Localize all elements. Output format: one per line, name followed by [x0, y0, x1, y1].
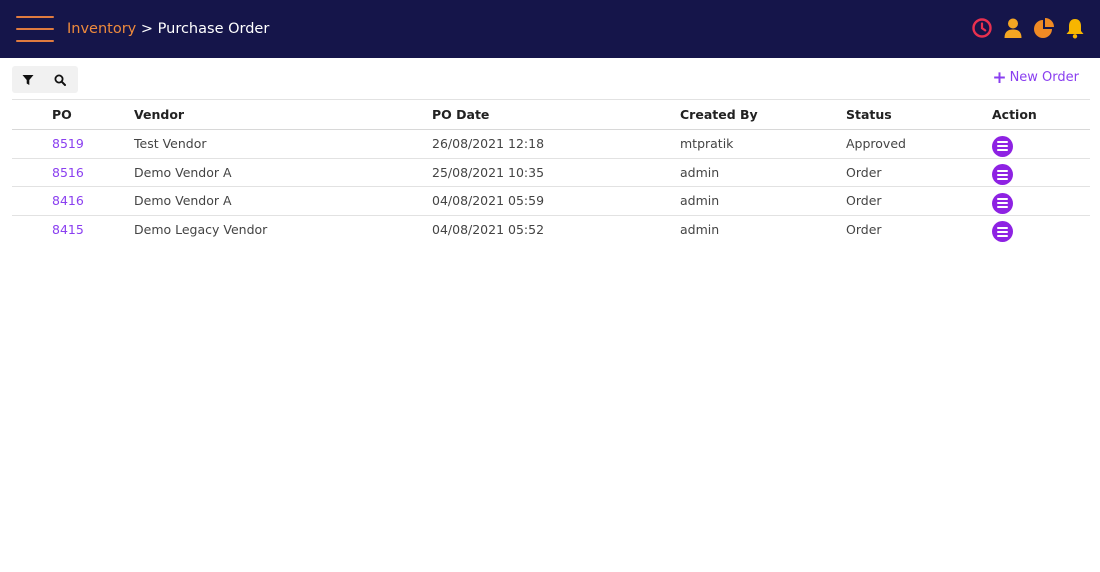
row-actions-button[interactable] [992, 192, 1013, 214]
list-icon [997, 169, 1008, 181]
clock-icon[interactable] [971, 17, 993, 39]
menu-icon-line [16, 28, 54, 30]
top-navigation-bar: Inventory > Purchase Order [0, 0, 1100, 58]
new-order-button[interactable]: + New Order [992, 68, 1079, 88]
column-header-po[interactable]: PO [12, 99, 134, 130]
breadcrumb-inventory-link[interactable]: Inventory [67, 21, 136, 37]
po-date-cell: 04/08/2021 05:52 [432, 222, 545, 237]
po-date-cell: 04/08/2021 05:59 [432, 186, 680, 216]
filter-search-toolbar [12, 66, 78, 93]
table-row: 8519 Test Vendor 26/08/2021 12:18 mtprat… [12, 129, 1090, 159]
table-row: 8516 Demo Vendor A 25/08/2021 10:35 admi… [12, 158, 1090, 187]
breadcrumb-separator: > [136, 21, 158, 37]
created-by-cell: admin [680, 222, 720, 237]
column-header-status[interactable]: Status [846, 99, 992, 130]
list-icon [997, 197, 1008, 209]
po-date-cell: 25/08/2021 10:35 [432, 158, 680, 187]
status-cell: Approved [846, 129, 992, 159]
table-row: 8416 Demo Vendor A 04/08/2021 05:59 admi… [12, 186, 1090, 216]
column-header-po-date[interactable]: PO Date [432, 99, 680, 130]
po-number-link[interactable]: 8415 [52, 222, 84, 237]
search-icon[interactable] [44, 66, 76, 93]
po-date-cell: 26/08/2021 12:18 [432, 129, 680, 159]
po-number-link[interactable]: 8516 [52, 165, 84, 180]
table-row: 8415 Demo Legacy Vendor 04/08/2021 05:52… [12, 215, 1090, 244]
created-by-cell: admin [680, 186, 846, 216]
column-header-vendor[interactable]: Vendor [134, 99, 432, 130]
purchase-order-table: PO Vendor PO Date Created By Status Acti… [12, 99, 1090, 244]
breadcrumb: Inventory > Purchase Order [67, 19, 269, 39]
bell-icon[interactable] [1064, 17, 1086, 39]
list-icon [997, 140, 1008, 152]
menu-icon-line [16, 40, 54, 42]
column-header-action: Action [992, 99, 1090, 130]
plus-icon: + [992, 68, 1007, 88]
row-actions-button[interactable] [992, 164, 1013, 185]
header-actions [971, 17, 1086, 39]
vendor-cell: Test Vendor [134, 129, 432, 159]
page-title: Purchase Order [157, 21, 270, 37]
po-number-link[interactable]: 8416 [52, 193, 84, 208]
created-by-cell: admin [680, 158, 846, 187]
filter-icon[interactable] [12, 66, 44, 93]
status-cell: Order [846, 186, 992, 216]
status-cell: Order [846, 222, 882, 237]
new-order-label: New Order [1009, 70, 1079, 85]
created-by-cell: mtpratik [680, 129, 846, 159]
row-actions-button[interactable] [992, 135, 1013, 157]
po-number-link[interactable]: 8519 [52, 136, 84, 151]
vendor-cell: Demo Vendor A [134, 158, 432, 187]
user-icon[interactable] [1002, 17, 1024, 39]
menu-icon[interactable] [16, 15, 54, 43]
menu-icon-line [16, 16, 54, 18]
vendor-cell: Demo Vendor A [134, 186, 432, 216]
column-header-created-by[interactable]: Created By [680, 99, 846, 130]
pie-chart-icon[interactable] [1033, 17, 1055, 39]
row-actions-button[interactable] [992, 221, 1013, 243]
status-cell: Order [846, 158, 992, 187]
list-icon [997, 226, 1008, 238]
vendor-cell: Demo Legacy Vendor [134, 222, 268, 237]
table-header-row: PO Vendor PO Date Created By Status Acti… [12, 99, 1090, 130]
